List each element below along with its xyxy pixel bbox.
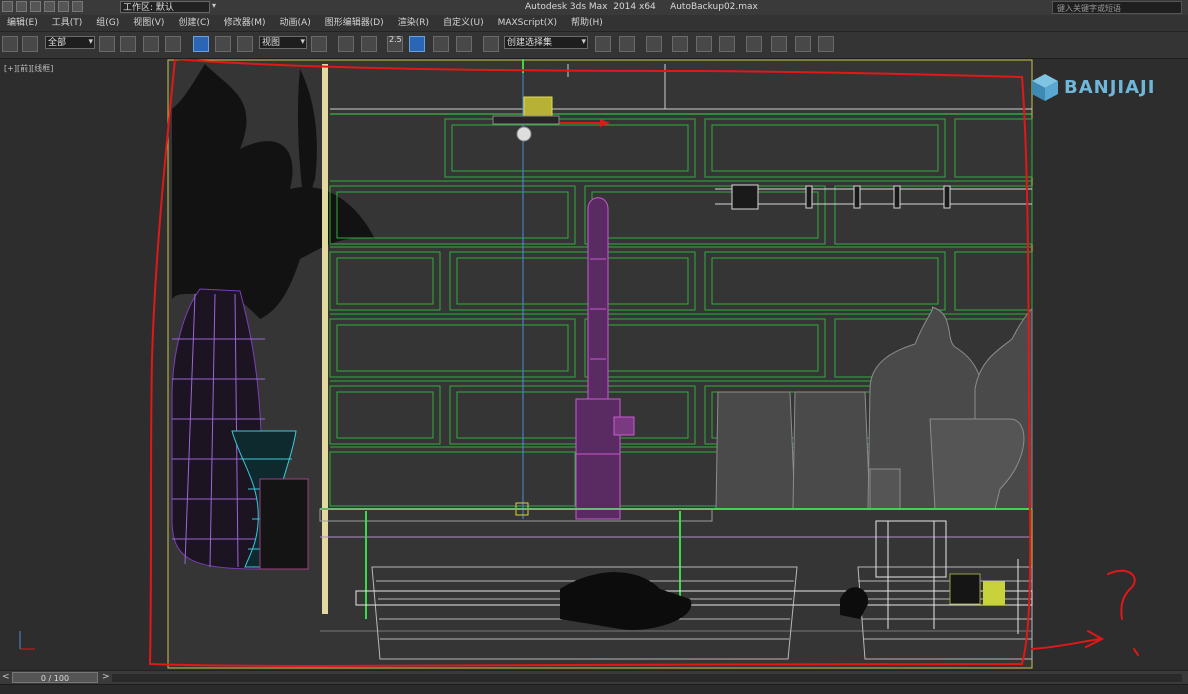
select-object-icon[interactable]: [99, 36, 115, 52]
quick-access-toolbar: [2, 1, 83, 12]
save-file-icon[interactable]: [30, 1, 41, 12]
search-input[interactable]: 键入关键字或短语: [1052, 1, 1182, 14]
snap-value-label: 2.5: [389, 35, 402, 44]
schematic-view-icon[interactable]: [719, 36, 735, 52]
curve-editor-icon[interactable]: [696, 36, 712, 52]
menu-bar: 编辑(E) 工具(T) 组(G) 视图(V) 创建(C) 修改器(M) 动画(A…: [0, 15, 1188, 32]
chevron-down-icon[interactable]: ▾: [212, 1, 216, 10]
reference-coordinate-dropdown[interactable]: 视图: [259, 36, 307, 49]
open-file-icon[interactable]: [16, 1, 27, 12]
align-icon[interactable]: [619, 36, 635, 52]
mirror-icon[interactable]: [595, 36, 611, 52]
menu-rendering[interactable]: 渲染(R): [391, 15, 436, 31]
watermark-text: BANJIAJI: [1064, 76, 1156, 98]
window-crossing-icon[interactable]: [165, 36, 181, 52]
viewport-canvas[interactable]: [0, 59, 1188, 670]
redo-icon[interactable]: [58, 1, 69, 12]
render-setup-icon[interactable]: [771, 36, 787, 52]
menu-animation[interactable]: 动画(A): [273, 15, 318, 31]
select-and-manipulate-icon[interactable]: [338, 36, 354, 52]
title-bar: 工作区: 默认 ▾ Autodesk 3ds Max 2014 x64 Auto…: [0, 0, 1188, 16]
spinner-snap-icon[interactable]: [456, 36, 472, 52]
rendered-frame-window-icon[interactable]: [795, 36, 811, 52]
chevron-left-icon[interactable]: <: [2, 672, 10, 682]
menu-edit[interactable]: 编辑(E): [0, 15, 45, 31]
keyboard-shortcut-override-icon[interactable]: [361, 36, 377, 52]
vertical-pipe[interactable]: [322, 64, 328, 614]
axis-tripod: [19, 631, 35, 650]
percent-snap-icon[interactable]: [433, 36, 449, 52]
select-by-name-icon[interactable]: [120, 36, 136, 52]
track-bar[interactable]: [112, 674, 1182, 682]
watermark: BANJIAJI: [1030, 72, 1155, 102]
snaps-toggle-icon[interactable]: 2.5: [387, 35, 403, 52]
new-file-icon[interactable]: [2, 1, 13, 12]
layer-manager-icon[interactable]: [646, 36, 662, 52]
yellow-item[interactable]: [983, 581, 1005, 605]
menu-views[interactable]: 视图(V): [126, 15, 171, 31]
menu-group[interactable]: 组(G): [89, 15, 126, 31]
project-folder-icon[interactable]: [72, 1, 83, 12]
selection-filter-dropdown[interactable]: 全部: [45, 36, 95, 49]
menu-customize[interactable]: 自定义(U): [436, 15, 491, 31]
container-wireframe[interactable]: [259, 478, 309, 570]
cube-logo-icon: [1032, 74, 1058, 101]
menu-modifiers[interactable]: 修改器(M): [217, 15, 273, 31]
angle-snap-icon[interactable]: [409, 36, 425, 52]
graphite-ribbon-icon[interactable]: [672, 36, 688, 52]
rectangular-selection-icon[interactable]: [143, 36, 159, 52]
time-slider-bar: < 0 / 100 >: [0, 670, 1188, 685]
select-and-rotate-icon[interactable]: [215, 36, 231, 52]
dark-item[interactable]: [949, 573, 981, 605]
main-toolbar: 全部 视图 2.5 创建选择集: [0, 32, 1188, 59]
workspace-select[interactable]: 工作区: 默认: [120, 1, 210, 13]
material-editor-icon[interactable]: [746, 36, 762, 52]
select-and-scale-icon[interactable]: [237, 36, 253, 52]
menu-maxscript[interactable]: MAXScript(X): [491, 15, 564, 31]
menu-graph-editors[interactable]: 图形编辑器(D): [318, 15, 391, 31]
menu-create[interactable]: 创建(C): [171, 15, 216, 31]
app-title: Autodesk 3ds Max 2014 x64 AutoBackup02.m…: [525, 2, 758, 12]
select-and-move-icon[interactable]: [193, 36, 209, 52]
named-selection-dropdown[interactable]: 创建选择集: [504, 36, 588, 49]
undo-icon[interactable]: [44, 1, 55, 12]
link-icon[interactable]: [2, 36, 18, 52]
time-slider[interactable]: 0 / 100: [12, 672, 98, 683]
render-production-icon[interactable]: [818, 36, 834, 52]
use-pivot-center-icon[interactable]: [311, 36, 327, 52]
menu-help[interactable]: 帮助(H): [564, 15, 610, 31]
bind-space-warp-icon[interactable]: [22, 36, 38, 52]
menu-tools[interactable]: 工具(T): [45, 15, 90, 31]
chevron-right-icon[interactable]: >: [102, 672, 110, 682]
edit-named-selection-icon[interactable]: [483, 36, 499, 52]
